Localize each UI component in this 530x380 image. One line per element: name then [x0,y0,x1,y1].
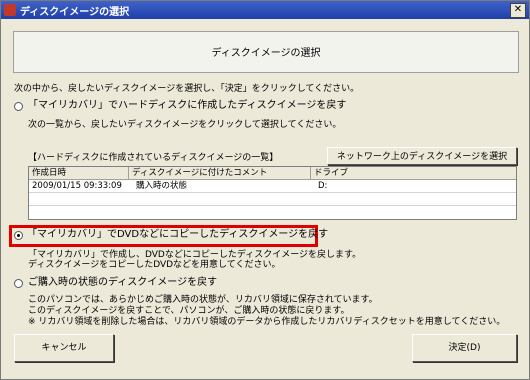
app-icon [4,4,16,16]
title-bar[interactable]: ディスクイメージの選択 ✕ [1,1,529,19]
option2-description-2: ディスクイメージをコピーしたDVDなどを用意してください。 [28,260,281,270]
option3-radio[interactable] [14,279,23,288]
option2-radio[interactable] [14,231,23,240]
option3-description-3: ※ リカバリ領域を削除した場合は、リカバリ領域のデータから作成したリカバリディス… [28,317,506,327]
row-drive: D: [318,181,328,191]
column-header-date[interactable]: 作成日時 [29,167,129,179]
window-title: ディスクイメージの選択 [20,7,130,18]
option1-label[interactable]: 「マイリカバリ」でハードディスクに作成したディスクイメージを戻す [28,100,346,112]
disk-image-list[interactable]: 作成日時 ディスクイメージに付けたコメント ドライブ 2009/01/15 09… [28,166,517,220]
option1-radio[interactable] [14,102,23,111]
instruction-text: 次の中から、戻したいディスクイメージを選択し、「決定」をクリックしてください。 [14,84,360,94]
option1-description: 次の一覧から、戻したいディスクイメージをクリックして選択してください。 [28,120,342,130]
option2-label[interactable]: 「マイリカバリ」でDVDなどにコピーしたディスクイメージを戻す [27,229,328,241]
dialog-window: ディスクイメージの選択 ✕ ディスクイメージの選択 次の中から、戻したいディスク… [0,0,530,380]
list-header: 作成日時 ディスクイメージに付けたコメント ドライブ [29,167,516,180]
header-panel: ディスクイメージの選択 [13,31,519,73]
cancel-button[interactable]: キャンセル [14,334,114,362]
table-row[interactable]: 2009/01/15 09:33:09 購入時の状態 D: [29,180,516,192]
option3-label[interactable]: ご購入時の状態のディスクイメージを戻す [28,277,217,289]
row-divider [29,205,516,206]
header-title: ディスクイメージの選択 [211,48,321,59]
network-image-button[interactable]: ネットワーク上のディスクイメージを選択 [327,147,517,165]
disk-image-list-caption: 【ハードディスクに作成されているディスクイメージの一覧】 [28,153,279,163]
ok-button[interactable]: 決定(D) [412,334,517,362]
row-divider [29,192,516,193]
column-header-drive[interactable]: ドライブ [311,167,516,179]
row-date: 2009/01/15 09:33:09 [32,181,122,191]
column-header-comment[interactable]: ディスクイメージに付けたコメント [129,167,311,179]
close-icon[interactable]: ✕ [510,3,526,18]
row-comment: 購入時の状態 [136,181,188,191]
